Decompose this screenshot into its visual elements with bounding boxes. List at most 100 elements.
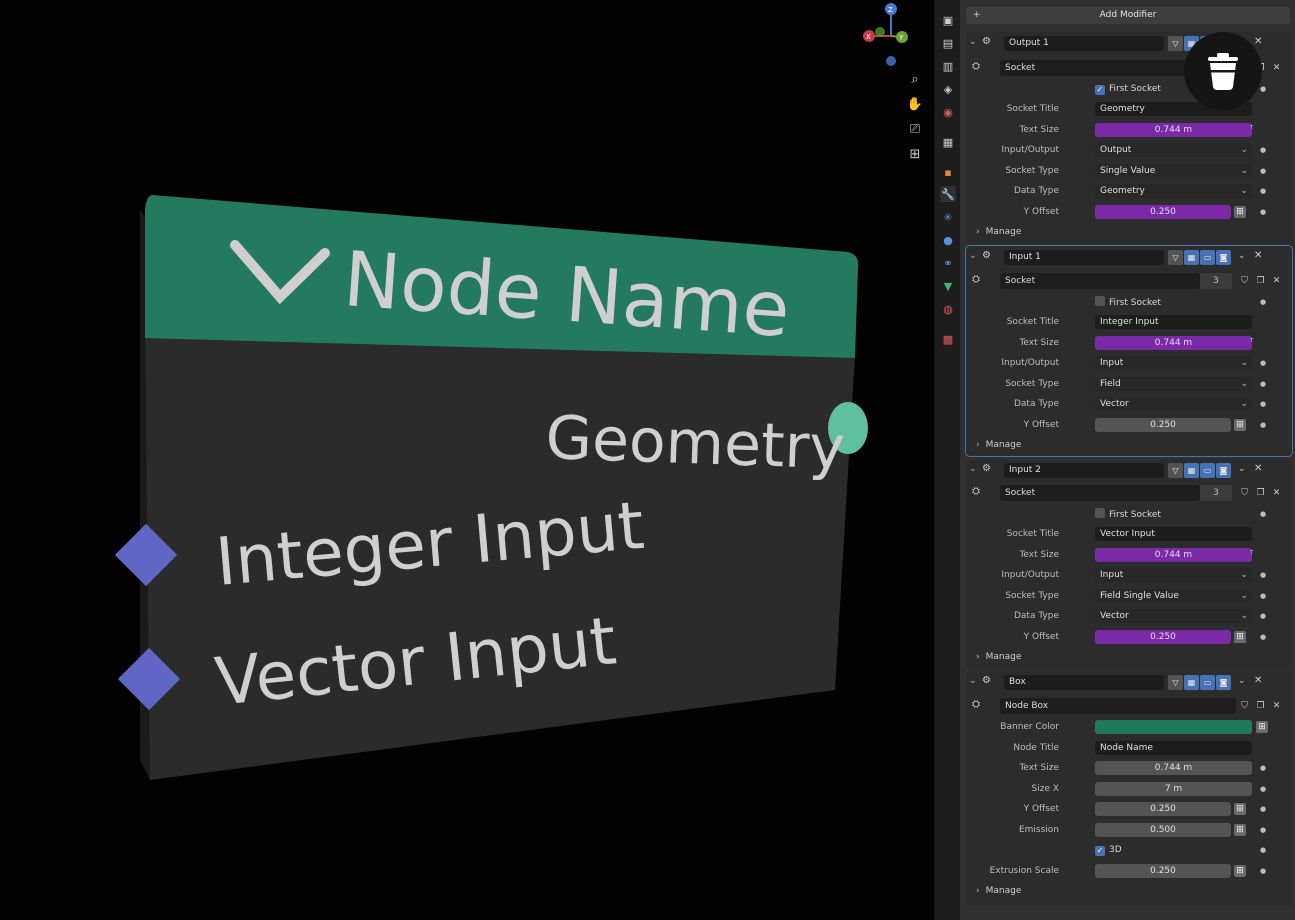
node-group-icon[interactable]: ⛭: [972, 61, 980, 72]
node-input-icon[interactable]: ⊞: [1234, 824, 1246, 836]
socket-type-dropdown[interactable]: Field ⌄: [1095, 377, 1252, 391]
node-input-icon[interactable]: ⊞: [1256, 721, 1268, 733]
dropdown-menu-icon[interactable]: ⌄: [1238, 676, 1246, 686]
zoom-icon[interactable]: ⌕: [904, 69, 926, 91]
banner-color-swatch[interactable]: [1095, 720, 1252, 734]
edit-mode-toggle-icon[interactable]: ▽: [1168, 36, 1183, 51]
render-toggle-icon[interactable]: ◙: [1216, 250, 1231, 265]
edit-mode-toggle-icon[interactable]: ▽: [1168, 675, 1183, 690]
driver-icon[interactable]: ᵀ: [1250, 122, 1253, 138]
remove-modifier-icon[interactable]: ✕: [1254, 250, 1262, 261]
node-group-icon[interactable]: ⛭: [972, 486, 980, 497]
node-group-icon[interactable]: ⛭: [972, 699, 980, 710]
render-tab-icon[interactable]: ▤: [940, 35, 956, 51]
text-size-field[interactable]: 0.744 m: [1095, 761, 1252, 775]
user-count[interactable]: 3: [1200, 273, 1232, 289]
collapse-chevron-icon[interactable]: ⌄: [969, 251, 977, 261]
text-size-field[interactable]: 0.744 m: [1095, 548, 1252, 562]
node-input-icon[interactable]: ⊞: [1234, 206, 1246, 218]
unlink-icon[interactable]: ✕: [1270, 486, 1283, 500]
driver-icon[interactable]: ᵀ: [1250, 335, 1253, 351]
y-offset-field[interactable]: 0.250: [1095, 802, 1231, 816]
input-output-dropdown[interactable]: Input ⌄: [1095, 568, 1252, 582]
output-tab-icon[interactable]: ▥: [940, 58, 956, 74]
unlink-icon[interactable]: ✕: [1270, 699, 1283, 713]
viewport-display-toggle-icon[interactable]: ▭: [1200, 250, 1215, 265]
data-type-dropdown[interactable]: Geometry ⌄: [1095, 184, 1252, 198]
delete-trash-button[interactable]: [1184, 32, 1262, 110]
object-tab-icon[interactable]: ▪: [940, 164, 956, 180]
node-group-field[interactable]: Socket: [1000, 273, 1200, 289]
camera-view-icon[interactable]: ⎚: [904, 119, 926, 141]
perspective-grid-icon[interactable]: ⊞: [904, 144, 926, 166]
input-output-dropdown[interactable]: Input ⌄: [1095, 356, 1252, 370]
size-x-field[interactable]: 7 m: [1095, 782, 1252, 796]
modifier-name-field[interactable]: Input 1: [1004, 250, 1164, 265]
view-layer-tab-icon[interactable]: ◈: [940, 81, 956, 97]
shield-icon[interactable]: ⛉: [1238, 699, 1251, 713]
node-input-icon[interactable]: ⊞: [1234, 865, 1246, 877]
viewport-display-toggle-icon[interactable]: ▭: [1200, 463, 1215, 478]
y-offset-field[interactable]: 0.250: [1095, 630, 1231, 644]
first-socket-checkbox[interactable]: First Socket: [1095, 508, 1161, 520]
node-group-field[interactable]: Socket: [1000, 485, 1200, 501]
texture-tab-icon[interactable]: ▩: [940, 331, 956, 347]
first-socket-checkbox[interactable]: First Socket: [1095, 296, 1161, 308]
socket-title-field[interactable]: Integer Input: [1095, 315, 1252, 329]
duplicate-icon[interactable]: ❐: [1254, 274, 1267, 288]
world-tab-icon[interactable]: ▦: [940, 134, 956, 150]
node-group-field[interactable]: Node Box: [1000, 698, 1236, 714]
data-type-dropdown[interactable]: Vector ⌄: [1095, 397, 1252, 411]
node-input-icon[interactable]: ⊞: [1234, 631, 1246, 643]
duplicate-icon[interactable]: ❐: [1254, 486, 1267, 500]
navigation-gizmo[interactable]: Z Y X: [858, 0, 924, 70]
collapse-chevron-icon[interactable]: ⌄: [969, 464, 977, 474]
node-input-icon[interactable]: ⊞: [1234, 419, 1246, 431]
data-tab-icon[interactable]: ▼: [940, 278, 956, 294]
manage-panel-toggle[interactable]: › Manage: [976, 650, 1021, 664]
remove-modifier-icon[interactable]: ✕: [1254, 675, 1262, 686]
input-output-dropdown[interactable]: Output ⌄: [1095, 143, 1252, 157]
edit-mode-toggle-icon[interactable]: ▽: [1168, 463, 1183, 478]
modifier-name-field[interactable]: Input 2: [1004, 463, 1164, 478]
modifier-wrench-tab-icon[interactable]: 🔧: [940, 186, 956, 202]
on-cage-toggle-icon[interactable]: ▦: [1184, 675, 1199, 690]
shield-icon[interactable]: ⛉: [1238, 274, 1251, 288]
manage-panel-toggle[interactable]: › Manage: [976, 225, 1021, 239]
add-modifier-button[interactable]: + Add Modifier: [966, 7, 1290, 24]
manage-panel-toggle[interactable]: › Manage: [976, 438, 1021, 452]
extrusion-scale-field[interactable]: 0.250: [1095, 864, 1231, 878]
on-cage-toggle-icon[interactable]: ▦: [1184, 250, 1199, 265]
particles-tab-icon[interactable]: ✳: [940, 209, 956, 225]
modifier-name-field[interactable]: Box: [1004, 675, 1164, 690]
tool-tab-icon[interactable]: ▣: [940, 12, 956, 28]
scene-tab-icon[interactable]: ◉: [940, 104, 956, 120]
data-type-dropdown[interactable]: Vector ⌄: [1095, 609, 1252, 623]
first-socket-checkbox[interactable]: ✓ First Socket: [1095, 83, 1161, 95]
viewport-display-toggle-icon[interactable]: ▭: [1200, 675, 1215, 690]
on-cage-toggle-icon[interactable]: ▦: [1184, 463, 1199, 478]
y-offset-field[interactable]: 0.250: [1095, 205, 1231, 219]
text-size-field[interactable]: 0.744 m: [1095, 336, 1252, 350]
render-toggle-icon[interactable]: ◙: [1216, 463, 1231, 478]
3d-viewport[interactable]: Node Name Geometry Integer Input Vector …: [0, 0, 934, 920]
physics-tab-icon[interactable]: ●: [940, 232, 956, 248]
modifier-name-field[interactable]: Output 1: [1004, 36, 1164, 51]
dropdown-menu-icon[interactable]: ⌄: [1238, 251, 1246, 261]
pan-hand-icon[interactable]: ✋: [904, 94, 926, 116]
driver-icon[interactable]: ᵀ: [1250, 547, 1253, 563]
duplicate-icon[interactable]: ❐: [1254, 699, 1267, 713]
text-size-field[interactable]: 0.744 m: [1095, 123, 1252, 137]
emission-field[interactable]: 0.500: [1095, 823, 1231, 837]
collapse-chevron-icon[interactable]: ⌄: [969, 676, 977, 686]
3d-checkbox[interactable]: ✓ 3D: [1095, 844, 1122, 856]
node-input-icon[interactable]: ⊞: [1234, 803, 1246, 815]
socket-type-dropdown[interactable]: Field Single Value ⌄: [1095, 589, 1252, 603]
collapse-chevron-icon[interactable]: ⌄: [969, 37, 977, 47]
constraints-tab-icon[interactable]: ⚭: [940, 255, 956, 271]
node-group-icon[interactable]: ⛭: [972, 274, 980, 285]
material-tab-icon[interactable]: ◍: [940, 301, 956, 317]
unlink-icon[interactable]: ✕: [1270, 274, 1283, 288]
socket-title-field[interactable]: Vector Input: [1095, 527, 1252, 541]
dropdown-menu-icon[interactable]: ⌄: [1238, 464, 1246, 474]
